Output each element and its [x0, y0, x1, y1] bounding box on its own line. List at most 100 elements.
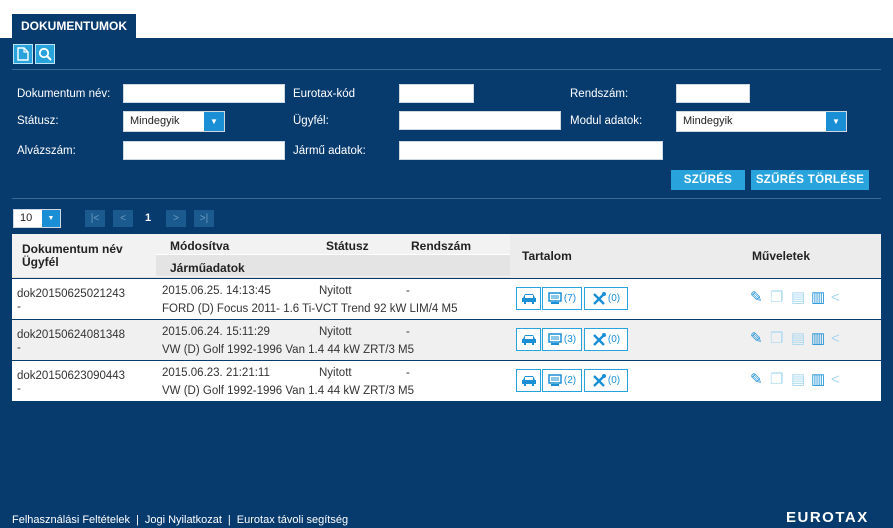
- row-plate: -: [406, 326, 410, 338]
- documents-count: (3): [563, 334, 577, 345]
- new-document-button[interactable]: [13, 44, 33, 64]
- row-status: Nyitott: [319, 285, 352, 297]
- documents-count: (7): [563, 293, 577, 304]
- row-modified: 2015.06.23. 21:21:11: [162, 367, 270, 379]
- repairs-count: (0): [607, 293, 621, 304]
- footer-link-support[interactable]: Eurotax távoli segítség: [237, 514, 348, 526]
- table-row[interactable]: dok20150625021243 - 2015.06.25. 14:13:45…: [12, 279, 881, 319]
- documents-content-button[interactable]: (7): [542, 287, 582, 310]
- rendszam-input[interactable]: [676, 84, 750, 103]
- tab-dokumentumok[interactable]: DOKUMENTUMOK: [12, 14, 136, 38]
- car-icon: [521, 335, 536, 345]
- row-document-name[interactable]: dok20150625021243: [17, 287, 125, 301]
- first-page-icon: |<: [90, 213, 100, 224]
- footer-link-legal[interactable]: Jogi Nyilatkozat: [145, 514, 222, 526]
- tab-bar: DOKUMENTUMOK: [0, 0, 893, 38]
- print-icon[interactable]: ▤: [791, 372, 805, 388]
- documents-content-button[interactable]: (3): [542, 328, 582, 351]
- search-button[interactable]: [35, 44, 55, 64]
- chevron-down-icon: ▼: [204, 112, 224, 131]
- clear-filter-button[interactable]: SZŰRÉS TÖRLÉSE: [751, 170, 869, 190]
- monitor-icon: [548, 333, 562, 345]
- copy-icon[interactable]: ❐: [770, 372, 783, 388]
- table-row[interactable]: dok20150623090443 - 2015.06.23. 21:21:11…: [12, 361, 881, 401]
- chevron-down-icon: ▼: [826, 112, 846, 131]
- header-statusz[interactable]: Státusz: [326, 239, 369, 253]
- modul-adatok-select[interactable]: Mindegyik ▼: [676, 111, 847, 132]
- dokumentum-nev-input[interactable]: [123, 84, 285, 103]
- last-page-button[interactable]: >|: [194, 210, 214, 227]
- row-vehicle: VW (D) Golf 1992-1996 Van 1.4 44 kW ZRT/…: [162, 344, 415, 356]
- prev-page-button[interactable]: <: [113, 210, 133, 227]
- footer-link-terms[interactable]: Felhasználási Feltételek: [12, 514, 130, 526]
- share-icon[interactable]: <: [831, 372, 840, 388]
- ugyfel-input[interactable]: [399, 111, 561, 130]
- jarmu-adatok-label: Jármű adatok:: [293, 145, 366, 157]
- monitor-icon: [548, 374, 562, 386]
- header-modositva[interactable]: Módosítva: [170, 239, 229, 253]
- car-icon: [521, 376, 536, 386]
- vehicle-content-button[interactable]: [516, 287, 541, 310]
- eurotax-kod-label: Eurotax-kód: [293, 88, 356, 100]
- edit-icon[interactable]: ✎: [750, 372, 763, 388]
- header-dokumentum-nev[interactable]: Dokumentum név: [22, 242, 123, 256]
- tools-icon: [593, 332, 606, 346]
- header-jarmuadatok[interactable]: Járműadatok: [170, 261, 245, 275]
- repairs-content-button[interactable]: (0): [584, 369, 628, 392]
- share-icon[interactable]: <: [831, 290, 840, 306]
- print-icon[interactable]: ▤: [791, 290, 805, 306]
- row-status: Nyitott: [319, 326, 352, 338]
- row-document-name[interactable]: dok20150624081348: [17, 328, 125, 342]
- alvazszam-label: Alvázszám:: [17, 145, 76, 157]
- tools-icon: [593, 291, 606, 305]
- trash-icon[interactable]: ▥: [811, 331, 825, 347]
- filter-button[interactable]: SZŰRÉS: [671, 170, 745, 190]
- row-document-name[interactable]: dok20150623090443: [17, 369, 125, 383]
- header-muveletek: Műveletek: [752, 249, 811, 263]
- search-icon: [38, 47, 52, 61]
- header-ugyfel[interactable]: Ügyfél: [22, 255, 59, 269]
- row-vehicle: FORD (D) Focus 2011- 1.6 Ti-VCT Trend 92…: [162, 303, 458, 315]
- monitor-icon: [548, 292, 562, 304]
- repairs-count: (0): [607, 375, 621, 386]
- row-client: -: [17, 342, 21, 354]
- repairs-content-button[interactable]: (0): [584, 287, 628, 310]
- first-page-button[interactable]: |<: [85, 210, 105, 227]
- statusz-select-value: Mindegyik: [130, 115, 180, 127]
- eurotax-kod-input[interactable]: [399, 84, 474, 103]
- vehicle-content-button[interactable]: [516, 328, 541, 351]
- trash-icon[interactable]: ▥: [811, 290, 825, 306]
- header-rendszam[interactable]: Rendszám: [411, 239, 471, 253]
- copy-icon[interactable]: ❐: [770, 331, 783, 347]
- documents-count: (2): [563, 375, 577, 386]
- documents-content-button[interactable]: (2): [542, 369, 582, 392]
- document-icon: [17, 47, 29, 61]
- table-row[interactable]: dok20150624081348 - 2015.06.24. 15:11:29…: [12, 320, 881, 360]
- current-page: 1: [145, 212, 152, 224]
- share-icon[interactable]: <: [831, 331, 840, 347]
- jarmu-adatok-input[interactable]: [399, 141, 663, 160]
- row-modified: 2015.06.25. 14:13:45: [162, 285, 271, 297]
- vehicle-content-button[interactable]: [516, 369, 541, 392]
- eurotax-logo: EUROTAX: [786, 509, 869, 526]
- edit-icon[interactable]: ✎: [750, 290, 763, 306]
- next-page-button[interactable]: >: [166, 210, 186, 227]
- separator: |: [227, 514, 231, 526]
- page-size-select[interactable]: 10 ▼: [13, 209, 61, 228]
- statusz-select[interactable]: Mindegyik ▼: [123, 111, 225, 132]
- print-icon[interactable]: ▤: [791, 331, 805, 347]
- row-vehicle: VW (D) Golf 1992-1996 Van 1.4 44 kW ZRT/…: [162, 385, 415, 397]
- row-plate: -: [406, 285, 410, 297]
- statusz-label: Státusz:: [17, 115, 59, 127]
- divider: [12, 198, 881, 199]
- row-status: Nyitott: [319, 367, 352, 379]
- tools-icon: [593, 373, 606, 387]
- alvazszam-input[interactable]: [123, 141, 285, 160]
- repairs-content-button[interactable]: (0): [584, 328, 628, 351]
- trash-icon[interactable]: ▥: [811, 372, 825, 388]
- separator: |: [136, 514, 139, 526]
- row-client: -: [17, 383, 21, 395]
- edit-icon[interactable]: ✎: [750, 331, 763, 347]
- copy-icon[interactable]: ❐: [770, 290, 783, 306]
- row-modified: 2015.06.24. 15:11:29: [162, 326, 270, 338]
